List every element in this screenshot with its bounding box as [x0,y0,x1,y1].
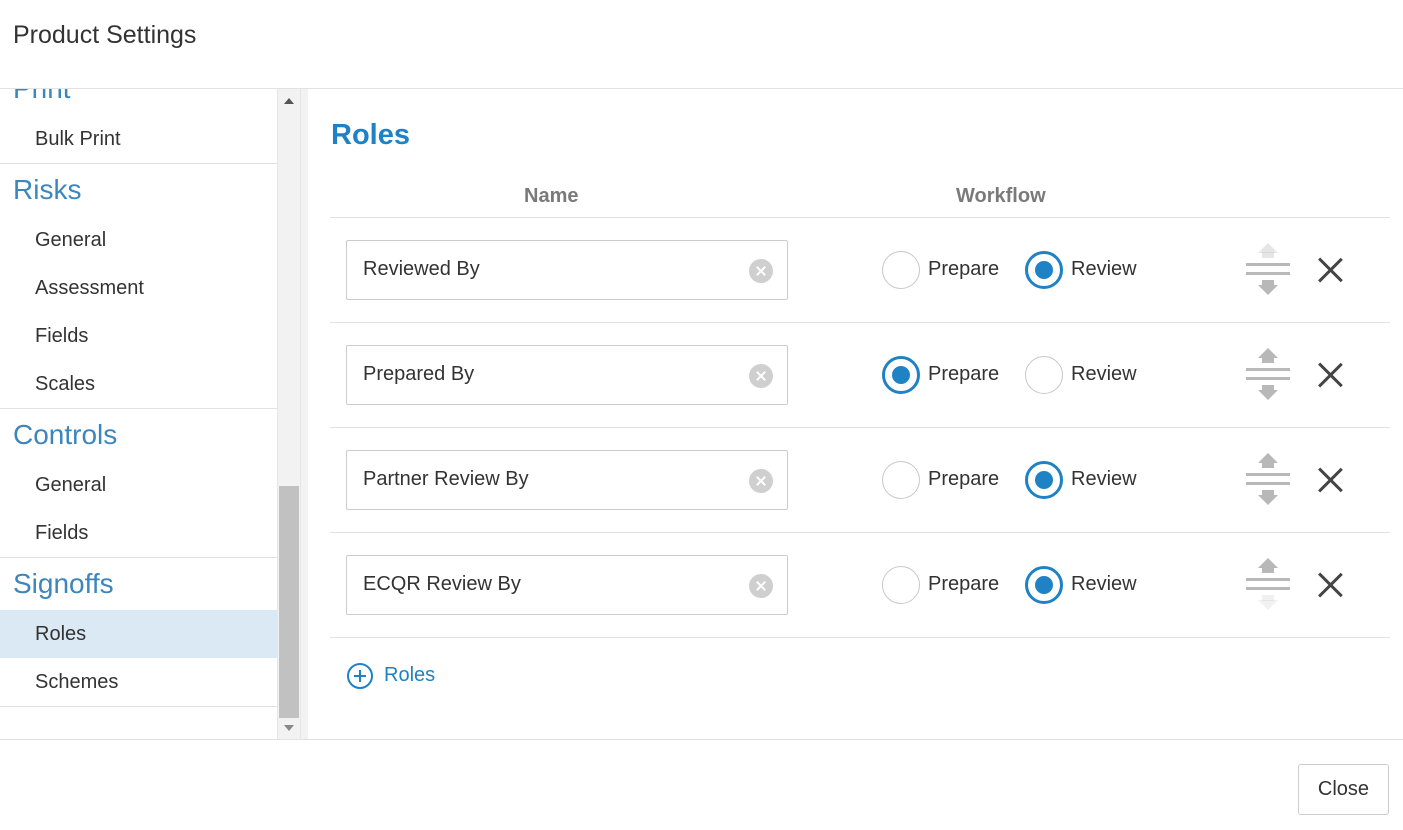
column-header-name: Name [524,185,579,207]
prepare-label: Prepare [928,363,1000,385]
sidebar-item-roles[interactable]: Roles [0,610,277,658]
close-icon[interactable] [1316,466,1344,494]
role-name-value: Partner Review By [363,468,529,490]
review-label: Review [1071,573,1137,595]
review-label: Review [1071,468,1137,490]
role-name-field[interactable]: Prepared By [346,345,788,405]
review-radio[interactable] [1025,566,1063,604]
close-button[interactable]: Close [1298,764,1389,815]
role-name-value: Reviewed By [363,258,480,280]
scroll-up-arrow-icon[interactable] [284,98,294,104]
sidebar-section-controls: Controls General Fields [0,409,277,558]
review-label: Review [1071,363,1137,385]
role-name-value: ECQR Review By [363,573,521,595]
role-row: ECQR Review By Prepare Review [330,533,1390,638]
role-row: Reviewed By Prepare Review [330,218,1390,323]
move-up-down-icon[interactable] [1246,348,1290,400]
prepare-label: Prepare [928,573,1000,595]
clear-icon[interactable] [749,259,773,283]
prepare-radio[interactable] [882,356,920,394]
add-circle-icon [347,663,373,689]
prepare-radio[interactable] [882,251,920,289]
prepare-label: Prepare [928,258,1000,280]
clear-icon[interactable] [749,469,773,493]
dialog-header: Product Settings [0,0,1403,89]
role-row: Partner Review By Prepare Review [330,428,1390,533]
role-name-field[interactable]: ECQR Review By [346,555,788,615]
sidebar-item-schemes[interactable]: Schemes [0,658,277,706]
panel-divider [300,89,308,740]
column-header-workflow: Workflow [956,185,1046,207]
clear-icon[interactable] [749,574,773,598]
scrollbar-thumb[interactable] [279,486,299,718]
sidebar-heading-controls: Controls [13,419,118,450]
review-radio[interactable] [1025,461,1063,499]
role-name-field[interactable]: Partner Review By [346,450,788,510]
page-title: Roles [331,119,410,151]
move-up-down-icon[interactable] [1246,453,1290,505]
review-radio[interactable] [1025,356,1063,394]
sidebar-section-signoffs: Signoffs Roles Schemes [0,558,277,707]
dialog-title: Product Settings [13,21,197,49]
sidebar-heading-print: Print [0,89,277,115]
sidebar-heading-risks: Risks [13,174,82,205]
move-up-down-icon[interactable] [1246,558,1290,610]
sidebar-item-bulk-print[interactable]: Bulk Print [0,115,277,163]
review-radio[interactable] [1025,251,1063,289]
dialog-footer: Close [0,739,1403,830]
close-icon[interactable] [1316,256,1344,284]
sidebar-item-risks-fields[interactable]: Fields [0,312,277,360]
prepare-radio[interactable] [882,566,920,604]
sidebar-heading-signoffs: Signoffs [13,568,114,599]
sidebar-item-controls-fields[interactable]: Fields [0,509,277,557]
sidebar-section-risks: Risks General Assessment Fields Scales [0,164,277,409]
sidebar-scrollbar[interactable] [278,89,300,740]
review-label: Review [1071,258,1137,280]
move-up-down-icon[interactable] [1246,243,1290,295]
clear-icon[interactable] [749,364,773,388]
sidebar-item-risks-general[interactable]: General [0,216,277,264]
prepare-radio[interactable] [882,461,920,499]
role-row: Prepared By Prepare Review [330,323,1390,428]
sidebar-item-risks-assessment[interactable]: Assessment [0,264,277,312]
sidebar-section-print: Print Bulk Print [0,89,277,164]
roles-panel: Roles Name Workflow Reviewed By Prepare … [308,89,1403,740]
scroll-down-arrow-icon[interactable] [284,725,294,731]
role-name-value: Prepared By [363,363,475,385]
add-role-label: Roles [384,664,436,686]
prepare-label: Prepare [928,468,1000,490]
settings-sidebar: Print Bulk Print Risks General Assessmen… [0,89,278,740]
sidebar-item-risks-scales[interactable]: Scales [0,360,277,408]
close-icon[interactable] [1316,361,1344,389]
close-icon[interactable] [1316,571,1344,599]
sidebar-item-controls-general[interactable]: General [0,461,277,509]
role-name-field[interactable]: Reviewed By [346,240,788,300]
